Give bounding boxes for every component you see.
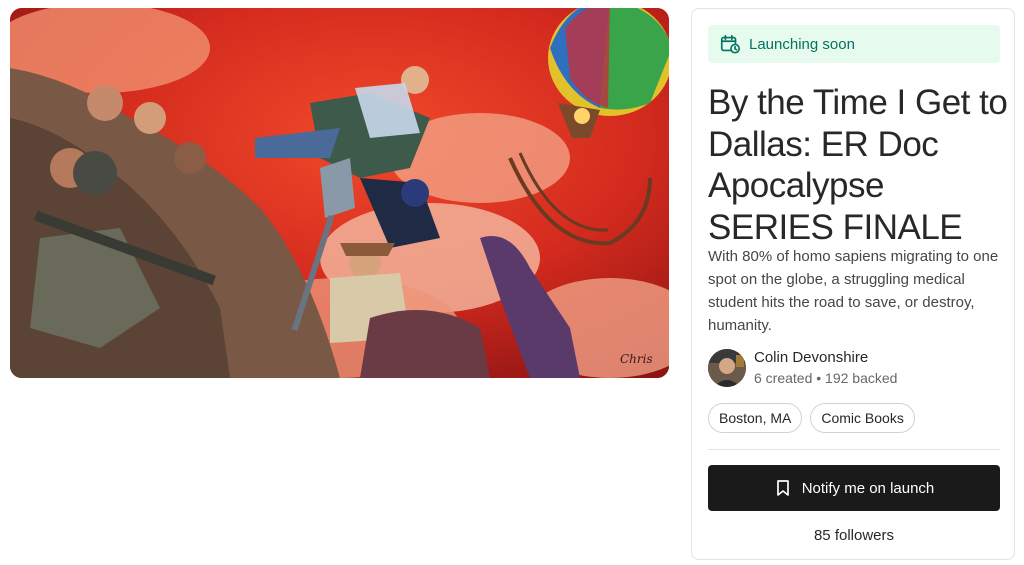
status-badge: Launching soon: [708, 25, 1000, 63]
svg-text:Chris: Chris: [620, 352, 653, 366]
notify-button-label: Notify me on launch: [801, 479, 935, 497]
bookmark-icon: [774, 479, 792, 497]
tag-category[interactable]: Comic Books: [810, 403, 915, 433]
project-hero-image[interactable]: Chris: [10, 8, 669, 378]
creator-name[interactable]: Colin Devonshire: [754, 349, 897, 367]
project-title: By the Time I Get to Dallas: ER Doc Apoc…: [708, 83, 1008, 247]
tag-location[interactable]: Boston, MA: [708, 403, 803, 433]
status-badge-label: Launching soon: [749, 35, 855, 53]
avatar[interactable]: [708, 349, 746, 387]
followers-count: 85 followers: [813, 527, 895, 544]
calendar-clock-icon: [719, 33, 741, 55]
project-description: With 80% of homo sapiens migrating to on…: [708, 248, 999, 334]
divider: [708, 449, 1000, 450]
creator-stats: 6 created • 192 backed: [754, 370, 898, 386]
creator-info[interactable]: Colin Devonshire 6 created • 192 backed: [708, 349, 897, 387]
notify-on-launch-button[interactable]: Notify me on launch: [708, 465, 1000, 511]
project-card: Launching soon By the Time I Get to Dall…: [691, 8, 1015, 560]
comic-cover-illustration: Chris: [10, 8, 669, 378]
project-tags: Boston, MA Comic Books: [708, 403, 915, 433]
